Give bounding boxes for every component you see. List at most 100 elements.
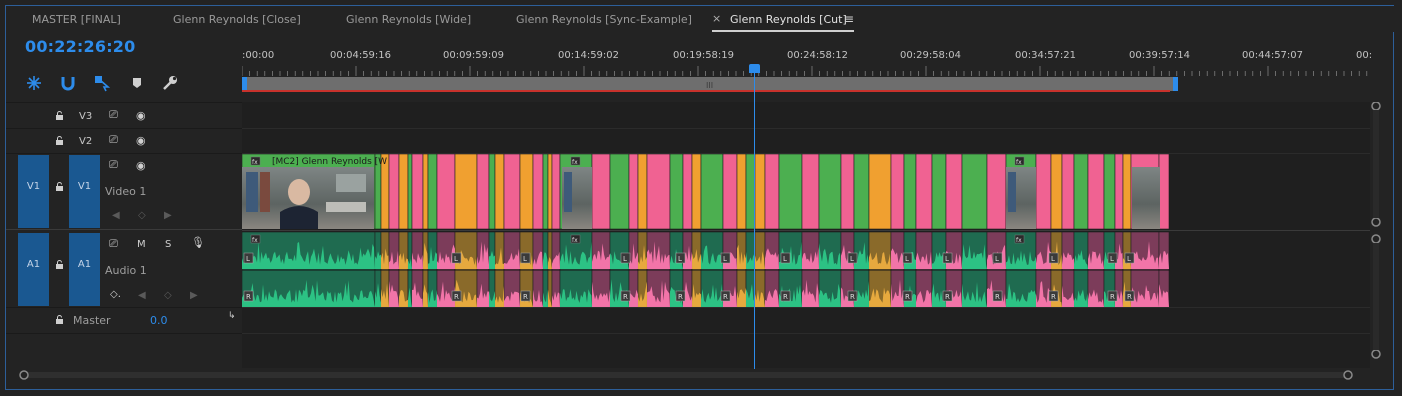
video-clip[interactable] (818, 154, 842, 229)
video-clip[interactable] (764, 154, 780, 229)
eye-icon[interactable]: ◉ (136, 159, 146, 172)
video-clip[interactable] (722, 154, 738, 229)
video-clip[interactable] (454, 154, 478, 229)
eye-icon[interactable]: ◉ (136, 109, 146, 122)
video-clip[interactable] (503, 154, 521, 229)
video-clip[interactable] (628, 154, 639, 229)
work-area-out-handle[interactable] (1173, 77, 1178, 91)
video-clip[interactable] (903, 154, 917, 229)
video-clip[interactable] (411, 154, 424, 229)
fx-badge[interactable]: fx (1014, 156, 1025, 166)
video-clip[interactable] (532, 154, 544, 229)
video-clip[interactable] (840, 154, 855, 229)
video-clip[interactable] (519, 154, 534, 229)
linked-selection-icon[interactable] (93, 74, 111, 92)
video-clip[interactable] (961, 154, 988, 229)
video-clip[interactable] (1073, 154, 1089, 229)
tab-glenn-sync-example[interactable]: Glenn Reynolds [Sync-Example] (516, 13, 692, 26)
video-clip[interactable] (754, 154, 766, 229)
video-clip[interactable] (1050, 154, 1063, 229)
video-clip[interactable] (1103, 154, 1116, 229)
vertical-scrollbar[interactable] (1370, 102, 1382, 368)
video-clip[interactable] (736, 154, 747, 229)
video-clip[interactable] (547, 154, 553, 229)
add-keyframe-icon[interactable]: ◇ (164, 290, 172, 301)
video-clip[interactable] (931, 154, 947, 229)
playhead-line[interactable] (754, 66, 755, 369)
sync-lock-icon[interactable]: ⎚ (109, 158, 118, 172)
video-clip[interactable] (551, 154, 561, 229)
playhead-handle[interactable] (749, 64, 760, 73)
tab-menu-icon[interactable]: ≡ (844, 12, 854, 26)
video-clip[interactable] (890, 154, 905, 229)
lock-icon[interactable] (55, 182, 64, 191)
source-patch-v1[interactable]: V1 (18, 155, 49, 228)
video-clip[interactable] (591, 154, 611, 229)
tab-close-icon[interactable]: × (712, 12, 721, 25)
tab-glenn-close[interactable]: Glenn Reynolds [Close] (173, 13, 301, 26)
video-clip[interactable] (669, 154, 684, 229)
add-marker-icon[interactable] (128, 74, 146, 92)
work-area-in-handle[interactable] (242, 77, 247, 91)
video-clip[interactable] (853, 154, 870, 229)
video-clip[interactable] (609, 154, 630, 229)
voiceover-mic-icon[interactable]: 🎙 (191, 236, 205, 249)
fx-badge[interactable]: fx (250, 234, 261, 244)
video-clip[interactable] (488, 154, 496, 229)
next-keyframe-icon[interactable]: ▶ (190, 290, 198, 301)
lock-icon[interactable] (55, 111, 64, 120)
track-target-v1[interactable]: V1 (69, 155, 100, 228)
video-clip[interactable] (646, 154, 671, 229)
master-volume-value[interactable]: 0.0 (150, 314, 168, 327)
audio-1-clips[interactable]: fx fx fx L R L R L R L R L R L R L R L R L R L R L R L R L R L R (242, 232, 1172, 307)
video-clip[interactable] (422, 154, 429, 229)
video-clip[interactable] (691, 154, 702, 229)
video-clip[interactable] (436, 154, 456, 229)
video-clip[interactable] (915, 154, 933, 229)
sync-lock-icon[interactable]: ⎚ (109, 133, 118, 147)
mute-button[interactable]: M (137, 239, 146, 250)
video-clip[interactable] (1122, 154, 1132, 229)
fx-badge[interactable]: fx (1014, 234, 1025, 244)
horizontal-zoom-scrollbar[interactable] (18, 368, 1354, 382)
playhead-timecode[interactable]: 00:22:26:20 (25, 37, 135, 56)
solo-button[interactable]: S (165, 239, 171, 250)
lock-icon[interactable] (55, 136, 64, 145)
video-clip[interactable] (637, 154, 648, 229)
video-clip[interactable] (945, 154, 963, 229)
video-clip[interactable] (1087, 154, 1105, 229)
video-clip[interactable] (700, 154, 724, 229)
prev-keyframe-icon[interactable]: ◀ (138, 290, 146, 301)
track-v2-name[interactable]: V2 (79, 136, 92, 147)
video-clip[interactable] (778, 154, 803, 229)
track-target-a1[interactable]: A1 (69, 233, 100, 306)
tab-master-final[interactable]: MASTER [FINAL] (32, 13, 121, 26)
fx-badge[interactable]: fx (250, 156, 261, 166)
video-clip[interactable] (476, 154, 490, 229)
fx-badge[interactable]: fx (570, 234, 581, 244)
video-clip[interactable] (1061, 154, 1075, 229)
video-clip[interactable] (986, 154, 1007, 229)
master-output-icon[interactable]: ↳ (228, 311, 236, 321)
timeline-settings-wrench-icon[interactable] (161, 74, 179, 92)
video-clip[interactable] (682, 154, 693, 229)
source-patch-a1[interactable]: A1 (18, 233, 49, 306)
eye-icon[interactable]: ◉ (136, 134, 146, 147)
tab-glenn-cut[interactable]: Glenn Reynolds [Cut] (730, 13, 847, 26)
lock-icon[interactable] (55, 260, 64, 269)
video-clip[interactable] (1114, 154, 1124, 229)
video-clip[interactable] (407, 154, 413, 229)
video-1-clips[interactable]: fx [MC2] Glenn Reynolds [W fx fx (242, 154, 1172, 229)
video-clip[interactable] (1035, 154, 1052, 229)
video-clip[interactable] (398, 154, 409, 229)
add-keyframe-icon[interactable]: ◇ (138, 210, 146, 221)
prev-keyframe-icon[interactable]: ◀ (112, 210, 120, 221)
video-clip[interactable] (494, 154, 505, 229)
video-clip[interactable] (1158, 154, 1170, 229)
sync-lock-icon[interactable]: ⎚ (109, 108, 118, 122)
track-v3-name[interactable]: V3 (79, 111, 92, 122)
video-clip[interactable] (868, 154, 892, 229)
snap-magnet-icon[interactable] (59, 74, 77, 92)
lock-icon[interactable] (55, 315, 64, 324)
video-clip[interactable] (427, 154, 438, 229)
